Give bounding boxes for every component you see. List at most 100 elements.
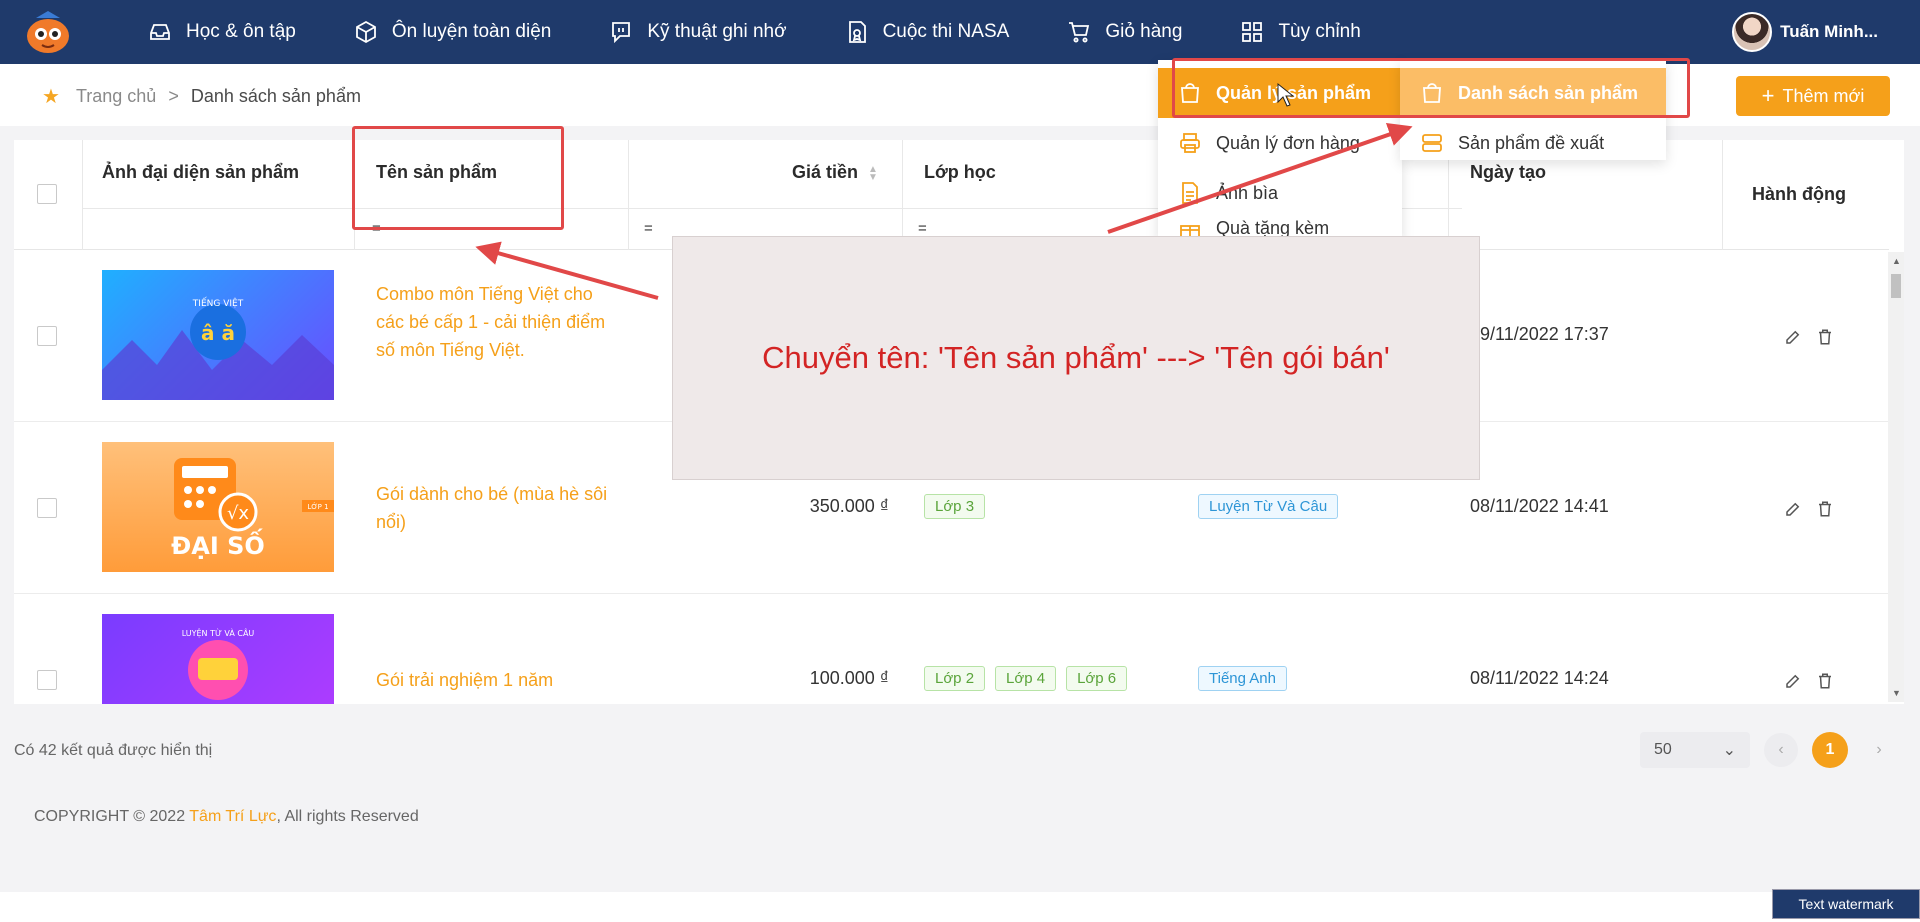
trash-icon[interactable] <box>1816 672 1834 695</box>
row-actions <box>1784 328 1834 351</box>
user-menu[interactable]: Tuấn Minh... <box>1732 12 1878 52</box>
nav-cart[interactable]: Giỏ hàng <box>1067 20 1182 44</box>
nav-label: Giỏ hàng <box>1105 21 1183 42</box>
subject-tag: Luyện Từ Và Câu <box>1198 494 1339 519</box>
nav-comprehensive[interactable]: Ôn luyện toàn diện <box>354 20 552 44</box>
star-icon: ★ <box>42 86 60 108</box>
product-name[interactable]: Gói dành cho bé (mùa hè sôi nổi) <box>376 480 612 536</box>
main-nav: Học & ôn tập Ôn luyện toàn diện Kỹ thuật… <box>148 0 1419 64</box>
annotation-text: Chuyển tên: 'Tên sản phẩm' ---> 'Tên gói… <box>762 340 1390 375</box>
breadcrumb-home[interactable]: Trang chủ <box>76 86 156 107</box>
add-new-label: Thêm mới <box>1782 85 1865 106</box>
header-thumbnail: Ảnh đại diện sản phẩm <box>102 162 300 182</box>
cart-icon <box>1067 20 1091 44</box>
user-name: Tuấn Minh... <box>1780 22 1878 41</box>
edit-icon[interactable] <box>1784 672 1802 695</box>
submenu-item-recommended[interactable]: Sản phẩm đề xuất <box>1400 118 1666 168</box>
message-icon <box>609 20 633 44</box>
copyright-brand[interactable]: Tâm Trí Lực <box>189 808 276 825</box>
product-name[interactable]: Gói trải nghiệm 1 năm <box>376 666 612 694</box>
row-actions <box>1784 500 1834 523</box>
scroll-down-arrow-icon[interactable]: ▼ <box>1892 688 1901 698</box>
layers-icon <box>1420 131 1444 155</box>
product-price: 350.000 ₫ <box>809 496 889 516</box>
nav-label: Ôn luyện toàn diện <box>391 21 552 42</box>
grade-tags: Lớp 3 <box>924 494 986 519</box>
menu-label: Sản phẩm đề xuất <box>1458 132 1605 153</box>
logo[interactable] <box>22 8 74 56</box>
sort-icon[interactable]: ▲ ▼ <box>868 165 878 183</box>
created-date: 08/11/2022 14:41 <box>1470 496 1609 516</box>
cube-icon <box>354 20 378 44</box>
scrollbar-thumb[interactable] <box>1891 274 1901 298</box>
nav-memory-technique[interactable]: Kỹ thuật ghi nhớ <box>609 20 787 44</box>
row-checkbox[interactable] <box>37 498 57 518</box>
thumb-caption: LUYỆN TỪ VÀ CÂU <box>182 627 255 639</box>
chevron-down-icon: ⌄ <box>1722 742 1736 759</box>
certificate-icon <box>845 20 869 44</box>
product-price: 100.000 ₫ <box>809 668 889 688</box>
subject-tag: Tiếng Anh <box>1198 666 1287 691</box>
nav-label: Cuộc thi NASA <box>882 21 1010 42</box>
result-count: Có 42 kết quả được hiển thị <box>14 742 213 759</box>
next-page-button[interactable]: › <box>1862 733 1896 767</box>
nav-label: Học & ôn tập <box>186 21 296 42</box>
grade-tag: Lớp 6 <box>1066 666 1128 691</box>
page-size-select[interactable]: 50 ⌄ <box>1640 732 1750 768</box>
row-checkbox[interactable] <box>37 326 57 346</box>
scroll-up-arrow-icon[interactable]: ▲ <box>1892 256 1901 266</box>
svg-text:â ă: â ă <box>201 321 235 345</box>
header-price[interactable]: Giá tiền <box>792 162 858 183</box>
edit-icon[interactable] <box>1784 500 1802 523</box>
nav-label: Kỹ thuật ghi nhớ <box>647 21 787 42</box>
trash-icon[interactable] <box>1816 328 1834 351</box>
grade-tag: Lớp 4 <box>995 666 1057 691</box>
highlight-name-header <box>352 126 564 230</box>
thumb-caption: ĐẠI SỐ <box>171 527 265 560</box>
pagination: 50 ⌄ ‹ 1 › <box>1640 732 1896 768</box>
breadcrumb-separator: > <box>168 86 179 106</box>
document-icon <box>1178 181 1202 205</box>
prev-page-button[interactable]: ‹ <box>1764 733 1798 767</box>
copyright: COPYRIGHT © 2022 Tâm Trí Lực, All rights… <box>34 808 419 826</box>
table-row[interactable]: LUYỆN TỪ VÀ CÂU Gói trải nghiệm 1 năm 10… <box>14 594 1889 704</box>
grade-tag: Lớp 2 <box>924 666 986 691</box>
nav-learn-review[interactable]: Học & ôn tập <box>148 20 296 44</box>
top-navbar: Học & ôn tập Ôn luyện toàn diện Kỹ thuật… <box>0 0 1920 64</box>
edit-icon[interactable] <box>1784 328 1802 351</box>
page-size-value: 50 <box>1654 741 1672 758</box>
page-1-button[interactable]: 1 <box>1812 732 1848 768</box>
created-date: 08/11/2022 14:24 <box>1470 668 1609 688</box>
trash-icon[interactable] <box>1816 500 1834 523</box>
table-scrollbar[interactable]: ▲ ▼ <box>1888 252 1904 702</box>
row-checkbox[interactable] <box>37 670 57 690</box>
menu-item-order-management[interactable]: Quản lý đơn hàng <box>1158 118 1402 168</box>
inbox-icon <box>148 20 172 44</box>
printer-icon <box>1178 131 1202 155</box>
thumb-caption: TIẾNG VIỆT <box>192 297 244 309</box>
annotation-note: Chuyển tên: 'Tên sản phẩm' ---> 'Tên gói… <box>672 236 1480 480</box>
select-all-checkbox[interactable] <box>37 184 57 204</box>
menu-label: Ảnh bìa <box>1216 182 1279 203</box>
nav-nasa-contest[interactable]: Cuộc thi NASA <box>845 20 1010 44</box>
copyright-prefix: COPYRIGHT © 2022 <box>34 808 190 825</box>
highlight-menu-path <box>1172 58 1690 118</box>
add-new-button[interactable]: + Thêm mới <box>1736 76 1890 116</box>
thumb-badge: LỚP 1 <box>307 502 328 511</box>
product-thumbnail[interactable]: √x LỚP 1 ĐẠI SỐ <box>102 442 334 572</box>
filter-operator-price[interactable]: = <box>644 220 653 237</box>
breadcrumb: ★ Trang chủ > Danh sách sản phẩm <box>42 84 361 109</box>
svg-text:√x: √x <box>227 503 249 524</box>
filter-operator-grade[interactable]: = <box>918 220 927 237</box>
nav-label: Tùy chỉnh <box>1278 21 1361 42</box>
header-grade: Lớp học <box>924 162 996 182</box>
product-thumbnail[interactable]: LUYỆN TỪ VÀ CÂU <box>102 614 334 704</box>
product-thumbnail[interactable]: â ă TIẾNG VIỆT <box>102 270 334 400</box>
grid-icon <box>1240 20 1264 44</box>
plus-icon: + <box>1761 83 1775 108</box>
grade-tags: Lớp 2 Lớp 4 Lớp 6 <box>924 666 1128 691</box>
menu-item-cover-image[interactable]: Ảnh bìa <box>1158 168 1402 218</box>
nav-customize[interactable]: Tùy chỉnh <box>1240 20 1361 44</box>
product-name[interactable]: Combo môn Tiếng Việt cho các bé cấp 1 - … <box>376 280 612 364</box>
row-actions <box>1784 672 1834 695</box>
